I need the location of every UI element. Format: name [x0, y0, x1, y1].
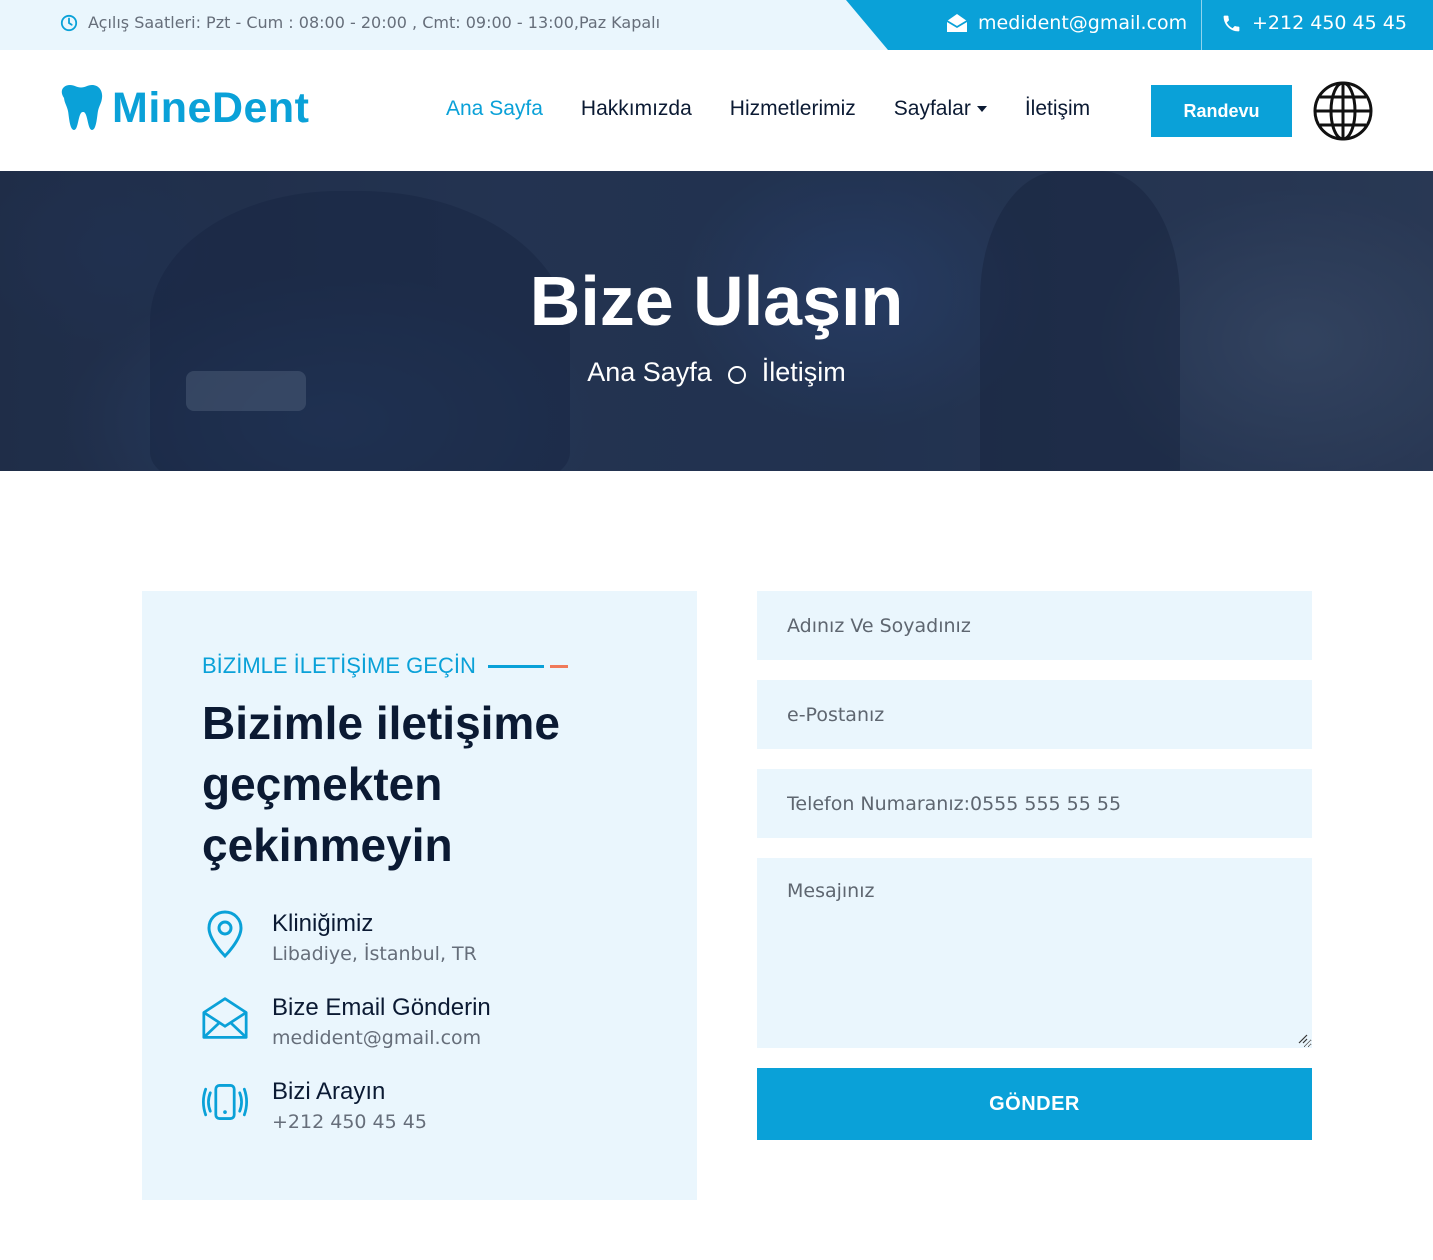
top-divider — [1201, 0, 1202, 50]
main-menu: Ana Sayfa Hakkımızda Hizmetlerimiz Sayfa… — [446, 97, 1090, 121]
envelope-icon — [202, 993, 248, 1043]
clock-icon — [60, 14, 78, 31]
breadcrumb: Ana Sayfa İletişim — [0, 357, 1433, 388]
main-header: MineDent Ana Sayfa Hakkımızda Hizmetleri… — [0, 50, 1433, 171]
top-email-link[interactable]: medident@gmail.com — [946, 12, 1187, 34]
nav-pages-label: Sayfalar — [893, 97, 971, 120]
info-item-email: Bize Email Gönderin medident@gmail.com — [202, 993, 491, 1053]
phone-ring-icon — [202, 1077, 248, 1127]
appointment-button[interactable]: Randevu — [1151, 85, 1292, 137]
caret-down-icon — [976, 106, 987, 112]
page-title: Bize Ulaşın — [529, 262, 904, 340]
contact-info-card: BİZİMLE İLETİŞİME GEÇİN Bizimle iletişim… — [142, 591, 697, 1200]
nav-about[interactable]: Hakkımızda — [581, 97, 692, 121]
info-title: Bize Email Gönderin — [272, 994, 491, 1021]
section-heading: Bizimle iletişime geçmekten çekinmeyin — [202, 697, 560, 871]
map-pin-icon — [202, 909, 248, 959]
info-value[interactable]: +212 450 45 45 — [272, 1107, 427, 1137]
nav-contact[interactable]: İletişim — [1025, 97, 1090, 121]
eyebrow-accent-line — [549, 664, 568, 668]
message-field[interactable] — [757, 858, 1312, 1048]
resize-handle-icon[interactable] — [1298, 1034, 1308, 1044]
info-item-phone: Bizi Arayın +212 450 45 45 — [202, 1077, 427, 1137]
breadcrumb-current: İletişim — [761, 357, 846, 387]
section-eyebrow: BİZİMLE İLETİŞİME GEÇİN — [202, 653, 568, 679]
eyebrow-text: BİZİMLE İLETİŞİME GEÇİN — [202, 653, 476, 678]
globe-icon[interactable] — [1312, 80, 1374, 142]
breadcrumb-separator-icon — [727, 365, 746, 384]
page-hero: Bize Ulaşın Ana Sayfa İletişim — [0, 171, 1433, 471]
tooth-icon — [61, 85, 103, 130]
top-bar: Açılış Saatleri: Pzt - Cum : 08:00 - 20:… — [0, 0, 1433, 50]
submit-button[interactable]: GÖNDER — [757, 1068, 1312, 1140]
email-field[interactable] — [757, 680, 1312, 749]
top-phone-text: +212 450 45 45 — [1252, 12, 1407, 34]
logo[interactable]: MineDent — [58, 83, 310, 133]
name-field[interactable] — [757, 591, 1312, 660]
logo-text: MineDent — [112, 83, 310, 132]
info-item-clinic: Kliniğimiz Libadiye, İstanbul, TR — [202, 909, 477, 969]
nav-services[interactable]: Hizmetlerimiz — [730, 97, 856, 121]
breadcrumb-home[interactable]: Ana Sayfa — [587, 357, 712, 388]
nav-home[interactable]: Ana Sayfa — [446, 97, 543, 121]
top-phone-link[interactable]: +212 450 45 45 — [1221, 12, 1407, 34]
info-title: Kliniğimiz — [272, 910, 374, 937]
info-value[interactable]: medident@gmail.com — [272, 1023, 491, 1053]
info-value: Libadiye, İstanbul, TR — [272, 943, 477, 965]
eyebrow-line — [487, 664, 544, 668]
info-title: Bizi Arayın — [272, 1078, 386, 1105]
phone-icon — [1223, 15, 1240, 31]
envelope-open-icon — [946, 14, 968, 32]
top-email-text: medident@gmail.com — [978, 12, 1188, 34]
phone-field[interactable] — [757, 769, 1312, 838]
opening-hours: Açılış Saatleri: Pzt - Cum : 08:00 - 20:… — [60, 13, 660, 32]
nav-pages-dropdown[interactable]: Sayfalar — [894, 97, 987, 121]
opening-hours-text: Açılış Saatleri: Pzt - Cum : 08:00 - 20:… — [88, 13, 661, 32]
